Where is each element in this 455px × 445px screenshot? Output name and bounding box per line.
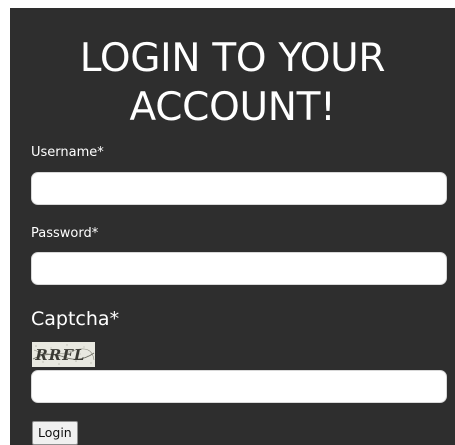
required-marker: * bbox=[97, 145, 104, 160]
username-label: Username* bbox=[31, 145, 104, 161]
username-field[interactable] bbox=[31, 172, 447, 205]
password-field[interactable] bbox=[31, 252, 447, 285]
login-button[interactable]: Login bbox=[32, 421, 78, 445]
captcha-text: RRFL bbox=[33, 346, 87, 364]
password-label-text: Password bbox=[31, 226, 92, 241]
page-title: LOGIN TO YOUR ACCOUNT! bbox=[10, 34, 455, 132]
title-line-2: ACCOUNT! bbox=[129, 85, 336, 130]
captcha-field[interactable] bbox=[31, 370, 447, 403]
required-marker: * bbox=[91, 226, 99, 241]
password-label: Password* bbox=[31, 226, 98, 242]
captcha-label: Captcha* bbox=[31, 307, 119, 331]
captcha-image: RRFL bbox=[32, 342, 95, 367]
title-line-1: LOGIN TO YOUR bbox=[79, 36, 386, 81]
username-label-text: Username bbox=[31, 145, 98, 160]
required-marker: * bbox=[109, 308, 120, 330]
captcha-label-text: Captcha bbox=[31, 308, 110, 330]
login-panel: LOGIN TO YOUR ACCOUNT! Username* Passwor… bbox=[10, 8, 455, 445]
